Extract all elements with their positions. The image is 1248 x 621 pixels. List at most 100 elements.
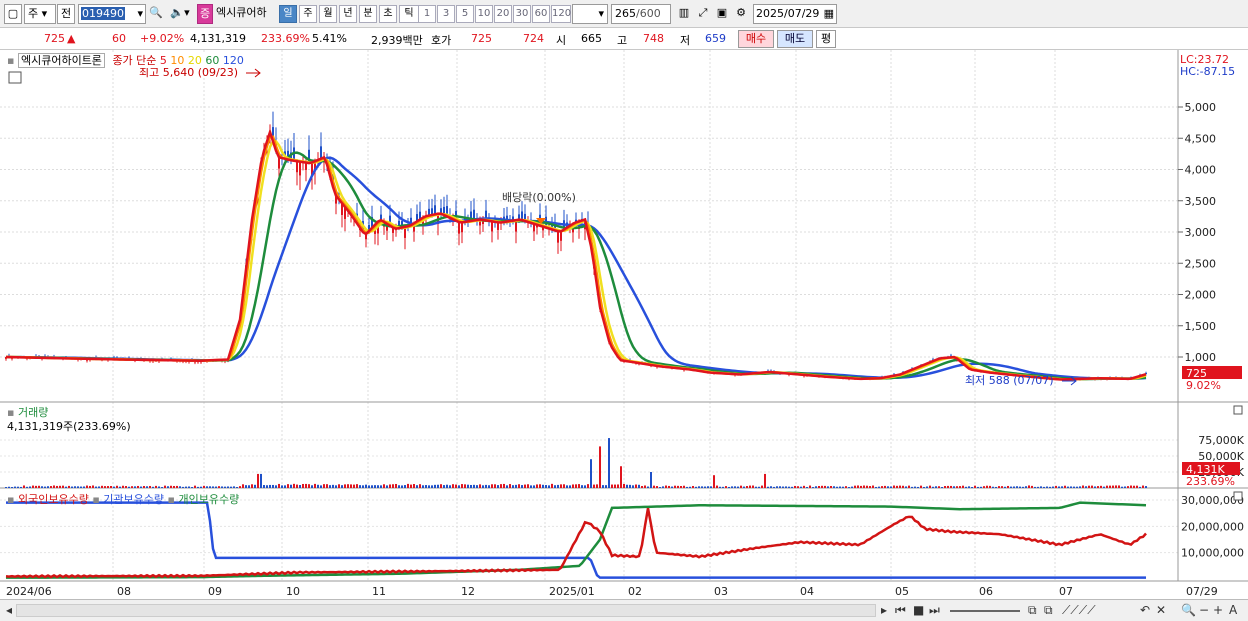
volume-bar	[554, 485, 556, 488]
volume-bar	[257, 473, 259, 488]
volume-bar	[1010, 486, 1012, 488]
copy-icon[interactable]: ⧉	[1028, 603, 1037, 618]
volume-bar	[851, 486, 853, 488]
volume-bar	[458, 485, 460, 488]
x-tick-label: 12	[461, 585, 475, 598]
count-input[interactable]: 265/600	[611, 4, 671, 24]
volume-bar	[518, 484, 520, 488]
volume-bar	[347, 484, 349, 488]
period-minute[interactable]: 분	[359, 5, 377, 23]
interval-120[interactable]: 120	[551, 5, 571, 23]
price-change: 60	[112, 32, 126, 45]
period-second[interactable]: 초	[379, 5, 397, 23]
ma120-legend: 120	[222, 54, 244, 67]
stock-chart[interactable]: 최고 5,640 (09/23) 최저 588 (07/07) 배당락(0.00…	[0, 50, 1248, 599]
volume-bar	[788, 486, 790, 488]
volume-bar	[374, 485, 376, 488]
volume-pct-tag: 233.69%	[1186, 475, 1235, 488]
scroll-right-icon[interactable]: ▸	[881, 603, 887, 617]
menu-dot-icon[interactable]: ▪	[168, 493, 175, 506]
ma-label: 종가 단순	[112, 54, 157, 67]
volume-bar	[953, 486, 955, 488]
volume-bar	[647, 486, 649, 488]
gear-icon[interactable]: ⚙	[732, 4, 750, 24]
save-icon[interactable]: ▣	[713, 4, 731, 24]
volume-bar	[5, 487, 7, 488]
font-size-icon[interactable]: A	[1229, 603, 1237, 617]
market-select[interactable]: 주 ▾	[24, 4, 56, 24]
volume-bar	[449, 485, 451, 488]
search-icon[interactable]: 🔍	[148, 4, 164, 24]
type-select[interactable]: 전	[57, 4, 75, 24]
volume-bar	[62, 485, 64, 488]
sell-button[interactable]: 매도	[777, 30, 813, 48]
volume-bar	[59, 485, 61, 488]
trash-icon[interactable]: ✕	[1156, 603, 1166, 617]
volume-bar	[65, 486, 67, 488]
interval-20[interactable]: 20	[494, 5, 512, 23]
speaker-icon[interactable]: 🔈▾	[166, 4, 194, 24]
volume-bar	[35, 485, 37, 488]
interval-1[interactable]: 1	[418, 5, 436, 23]
volume-bar	[992, 486, 994, 488]
period-month[interactable]: 월	[319, 5, 337, 23]
plus-icon[interactable]: +	[1213, 603, 1223, 617]
volume-bar	[1118, 485, 1120, 488]
price-tick-label: 1,500	[1185, 320, 1217, 333]
eval-button[interactable]: 평	[816, 30, 836, 48]
volume-bar	[950, 485, 952, 488]
draw-tool-icon[interactable]: ⤢	[694, 4, 712, 24]
menu-dot-icon[interactable]: ▪	[7, 54, 14, 67]
buy-button[interactable]: 매수	[738, 30, 774, 48]
period-tick[interactable]: 틱	[399, 5, 419, 23]
stop-icon[interactable]: ■	[913, 603, 924, 617]
volume-bar	[173, 485, 175, 488]
price-tick-label: 2,500	[1185, 257, 1217, 270]
menu-dot-icon[interactable]: ▪	[92, 493, 99, 506]
volume-bar	[662, 486, 664, 488]
volume-bar	[242, 484, 244, 488]
interval-3[interactable]: 3	[437, 5, 455, 23]
holdings-panel-close-icon[interactable]	[1233, 491, 1243, 501]
draw-tools-icon[interactable]: ⟋⟋⟋⟋	[1062, 603, 1096, 618]
table-icon[interactable]	[8, 71, 22, 84]
candle-body	[461, 222, 463, 233]
volume-bar	[1091, 485, 1093, 488]
period-week[interactable]: 주	[299, 5, 317, 23]
layout-icon[interactable]: ▢	[4, 4, 22, 24]
volume-bar	[473, 484, 475, 488]
custom-interval-select[interactable]: ▾	[572, 4, 608, 24]
volume-bar	[797, 486, 799, 488]
fast-forward-icon[interactable]: ⏭	[929, 603, 940, 618]
calendar-icon[interactable]: ▦	[824, 5, 834, 23]
scrollbar-track[interactable]	[16, 604, 876, 617]
volume-bar	[1040, 486, 1042, 488]
candle-icon[interactable]: ▥	[675, 4, 693, 24]
high-label: 고	[617, 34, 628, 47]
rewind-icon[interactable]: ⏮	[895, 603, 906, 618]
volume-bar	[644, 485, 646, 488]
interval-60[interactable]: 60	[532, 5, 550, 23]
interval-30[interactable]: 30	[513, 5, 531, 23]
minus-icon[interactable]: −	[1199, 603, 1209, 617]
interval-10[interactable]: 10	[475, 5, 493, 23]
menu-dot-icon[interactable]: ▪	[7, 493, 14, 506]
undo-icon[interactable]: ↶	[1140, 603, 1150, 617]
zoom-search-icon[interactable]: 🔍	[1181, 603, 1196, 617]
volume-bar	[119, 486, 121, 488]
volume-bar	[878, 486, 880, 488]
period-year[interactable]: 년	[339, 5, 357, 23]
zoom-slider[interactable]	[950, 606, 1020, 612]
volume-bar	[1013, 486, 1015, 488]
volume-bar	[275, 485, 277, 488]
period-day[interactable]: 일	[279, 5, 297, 23]
volume-bar	[800, 486, 802, 488]
volume-bar	[386, 485, 388, 488]
date-input[interactable]: 2025/07/29 ▦	[753, 4, 837, 24]
volume-bar	[461, 484, 463, 488]
interval-5[interactable]: 5	[456, 5, 474, 23]
stock-code-input[interactable]: 019490 ▾	[78, 4, 146, 24]
paste-icon[interactable]: ⧉	[1044, 603, 1053, 618]
scroll-left-icon[interactable]: ◂	[6, 603, 12, 617]
volume-panel-close-icon[interactable]	[1233, 405, 1243, 415]
